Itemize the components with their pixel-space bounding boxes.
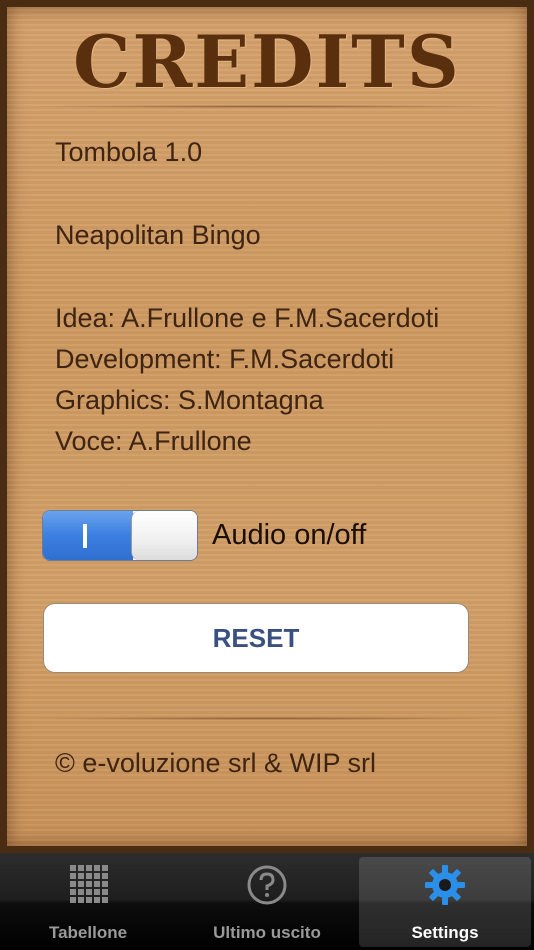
tab-label-tabellone: Tabellone bbox=[48, 923, 128, 942]
gear-icon bbox=[425, 865, 465, 905]
top-divider bbox=[37, 105, 497, 108]
tab-settings[interactable]: Settings bbox=[359, 857, 531, 947]
tab-tabellone[interactable]: Tabellone bbox=[2, 857, 174, 947]
grid-icon bbox=[70, 865, 108, 903]
audio-toggle-label: Audio on/off bbox=[212, 519, 367, 551]
toggle-knob[interactable] bbox=[131, 511, 197, 560]
credits-panel: CREDITS Tombola 1.0 Neapolitan Bingo Ide… bbox=[7, 7, 527, 846]
credits-frame: CREDITS Tombola 1.0 Neapolitan Bingo Ide… bbox=[0, 0, 534, 853]
audio-toggle[interactable] bbox=[42, 510, 198, 561]
tab-ultimo-uscito[interactable]: Ultimo uscito bbox=[181, 857, 353, 947]
subtitle-text: Neapolitan Bingo bbox=[55, 220, 261, 250]
idea-credit: Idea: A.Frullone e F.M.Sacerdoti bbox=[55, 303, 440, 333]
toggle-on-glyph bbox=[83, 524, 87, 548]
reset-button[interactable]: RESET bbox=[43, 603, 469, 673]
bottom-divider bbox=[37, 717, 497, 720]
page-title: CREDITS bbox=[73, 19, 461, 104]
tab-bar: Tabellone Ultimo uscito Settings bbox=[0, 853, 534, 950]
copyright-text: © e-voluzione srl & WIP srl bbox=[55, 748, 376, 778]
development-credit: Development: F.M.Sacerdoti bbox=[55, 344, 395, 374]
app-version-text: Tombola 1.0 bbox=[55, 137, 203, 167]
tab-label-ultimo-uscito: Ultimo uscito bbox=[213, 923, 321, 942]
question-icon bbox=[247, 865, 287, 905]
tab-label-settings: Settings bbox=[411, 923, 479, 942]
toggle-on-track bbox=[43, 511, 133, 560]
voice-credit: Voce: A.Frullone bbox=[55, 426, 252, 456]
graphics-credit: Graphics: S.Montagna bbox=[55, 385, 324, 415]
